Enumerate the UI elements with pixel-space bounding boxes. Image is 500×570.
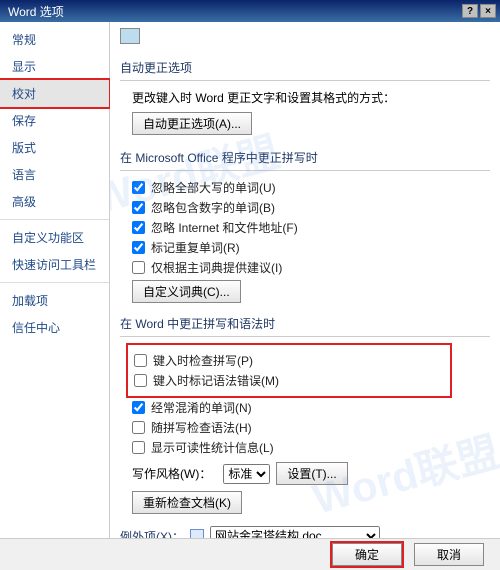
cancel-button[interactable]: 取消	[414, 543, 484, 566]
recheck-document-button[interactable]: 重新检查文档(K)	[132, 491, 242, 514]
ignore-numbers-checkbox[interactable]	[132, 201, 145, 214]
section-word-spell-title: 在 Word 中更正拼写和语法时	[120, 307, 490, 337]
sidebar-item-layout[interactable]: 版式	[0, 134, 109, 161]
writing-style-settings-button[interactable]: 设置(T)...	[276, 462, 347, 485]
readability-stats-label: 显示可读性统计信息(L)	[151, 439, 274, 456]
custom-dict-button[interactable]: 自定义词典(C)...	[132, 280, 241, 303]
close-button[interactable]: ×	[480, 4, 496, 18]
help-button[interactable]: ?	[462, 4, 478, 18]
ignore-uppercase-label: 忽略全部大写的单词(U)	[151, 179, 276, 196]
sidebar-item-customize-ribbon[interactable]: 自定义功能区	[0, 224, 109, 251]
ignore-internet-checkbox[interactable]	[132, 221, 145, 234]
writing-style-label: 写作风格(W)：	[132, 465, 211, 482]
confused-words-label: 经常混淆的单词(N)	[151, 399, 252, 416]
content-panel: Word联盟 Word联盟 自动更正选项 更改键入时 Word 更正文字和设置其…	[110, 22, 500, 538]
sidebar-item-addins[interactable]: 加载项	[0, 287, 109, 314]
autocorrect-desc: 更改键入时 Word 更正文字和设置其格式的方式：	[132, 89, 395, 106]
flag-repeated-label: 标记重复单词(R)	[151, 239, 240, 256]
ignore-internet-label: 忽略 Internet 和文件地址(F)	[151, 219, 298, 236]
abc-icon	[120, 28, 140, 44]
grammar-with-spell-checkbox[interactable]	[132, 421, 145, 434]
readability-stats-checkbox[interactable]	[132, 441, 145, 454]
sidebar-item-advanced[interactable]: 高级	[0, 188, 109, 215]
check-spelling-typing-checkbox[interactable]	[134, 354, 147, 367]
sidebar-item-proofing[interactable]: 校对	[0, 80, 109, 107]
sidebar-item-display[interactable]: 显示	[0, 53, 109, 80]
sidebar-divider	[0, 219, 109, 220]
sidebar-item-language[interactable]: 语言	[0, 161, 109, 188]
sidebar-item-trust-center[interactable]: 信任中心	[0, 314, 109, 341]
section-office-spell-title: 在 Microsoft Office 程序中更正拼写时	[120, 141, 490, 171]
exceptions-doc-select[interactable]: 网站金字塔结构.doc	[210, 526, 380, 538]
writing-style-select[interactable]: 标准	[223, 464, 270, 484]
sidebar-item-save[interactable]: 保存	[0, 107, 109, 134]
grammar-with-spell-label: 随拼写检查语法(H)	[151, 419, 252, 436]
exceptions-label: 例外项(X)：	[120, 528, 184, 539]
sidebar-item-general[interactable]: 常规	[0, 26, 109, 53]
ignore-numbers-label: 忽略包含数字的单词(B)	[151, 199, 275, 216]
check-spelling-typing-label: 键入时检查拼写(P)	[153, 352, 253, 369]
ignore-uppercase-checkbox[interactable]	[132, 181, 145, 194]
mark-grammar-typing-checkbox[interactable]	[134, 374, 147, 387]
sidebar-item-quick-access[interactable]: 快速访问工具栏	[0, 251, 109, 278]
dialog-footer: 确定 取消	[0, 538, 500, 570]
main-dict-only-label: 仅根据主词典提供建议(I)	[151, 259, 282, 276]
ok-button[interactable]: 确定	[332, 543, 402, 566]
flag-repeated-checkbox[interactable]	[132, 241, 145, 254]
document-icon	[190, 529, 204, 538]
main-dict-only-checkbox[interactable]	[132, 261, 145, 274]
autocorrect-options-button[interactable]: 自动更正选项(A)...	[132, 112, 252, 135]
confused-words-checkbox[interactable]	[132, 401, 145, 414]
mark-grammar-typing-label: 键入时标记语法错误(M)	[153, 372, 279, 389]
window-title: Word 选项	[4, 3, 460, 20]
title-bar: Word 选项 ? ×	[0, 0, 500, 22]
section-autocorrect-title: 自动更正选项	[120, 51, 490, 81]
sidebar: 常规 显示 校对 保存 版式 语言 高级 自定义功能区 快速访问工具栏 加载项 …	[0, 22, 110, 538]
sidebar-divider	[0, 282, 109, 283]
